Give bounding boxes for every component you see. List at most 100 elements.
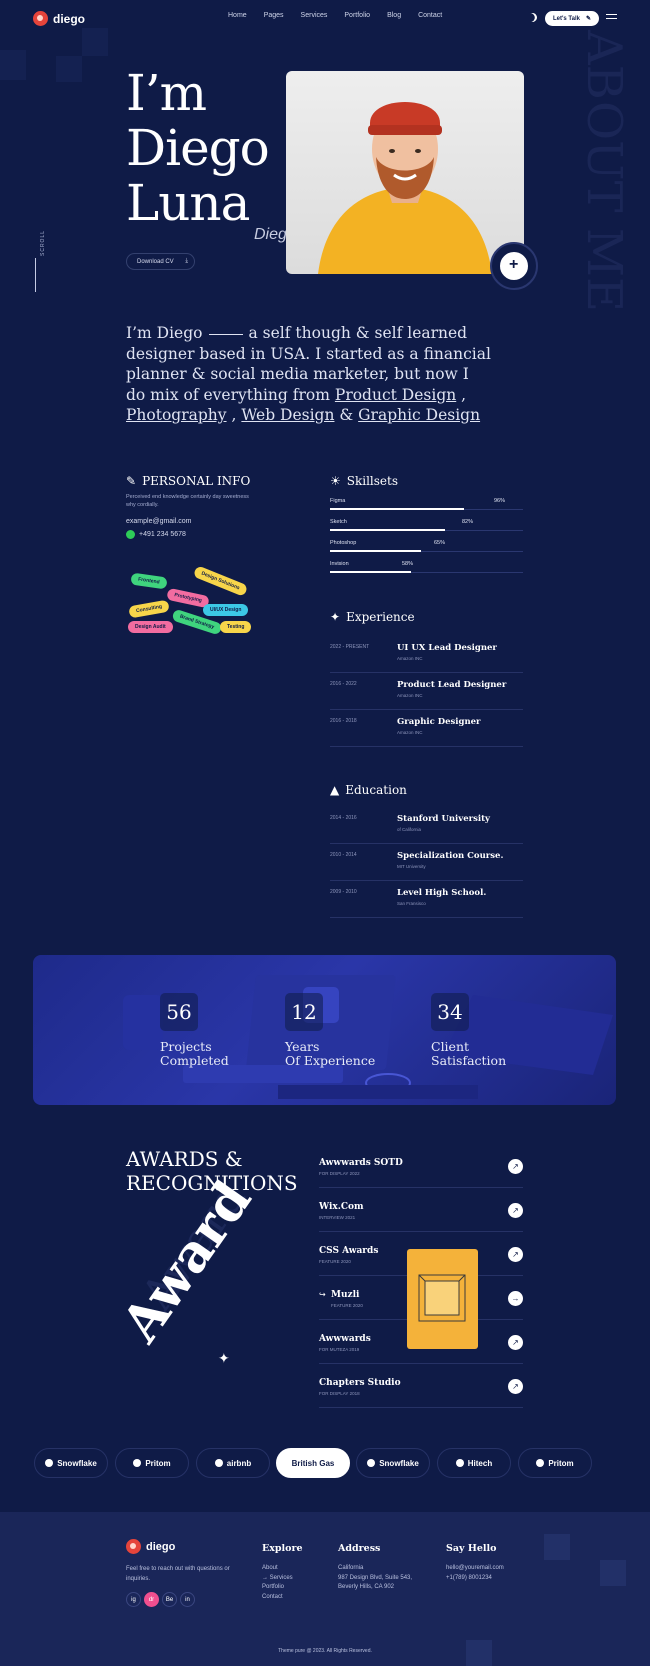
experience-item: 2016 - 2018 Graphic Designer Amazon INC <box>330 710 523 747</box>
arrow-up-right-icon[interactable]: ↗ <box>508 1335 523 1350</box>
phone[interactable]: +491 234 5678 <box>126 530 186 539</box>
education-date: 2010 - 2014 <box>330 852 357 858</box>
footer-link-contact[interactable]: Contact <box>262 1593 293 1603</box>
link-product-design[interactable]: Product Design <box>335 386 456 404</box>
intro-paragraph: I’m Diego a self though & self learned de… <box>126 323 492 426</box>
award-name: Wix.Com <box>319 1202 364 1212</box>
stat-label: Years Of Experience <box>285 1040 375 1068</box>
experience-title-text: Experience <box>346 610 415 624</box>
stat-label: Client Satisfaction <box>431 1040 506 1068</box>
dark-mode-icon[interactable] <box>526 11 538 23</box>
award-name: Awwwards <box>319 1334 371 1344</box>
skill-figma: Figma 96% <box>330 498 523 510</box>
arrow-up-right-icon[interactable]: ↗ <box>508 1159 523 1174</box>
pencil-icon: ✎ <box>126 474 137 488</box>
stat-label-line: Years <box>285 1039 320 1054</box>
experience-item: 2022 - PRESENT UI UX Lead Designer Amazo… <box>330 636 523 673</box>
footer-link-portfolio[interactable]: Portfolio <box>262 1583 293 1593</box>
award-name: Awwwards SOTD <box>319 1158 403 1168</box>
footer-phone[interactable]: +1(789) 8001234 <box>446 1574 504 1584</box>
arrow-right-icon[interactable]: → <box>508 1291 523 1306</box>
logo[interactable]: diego <box>33 11 85 26</box>
lets-talk-label: Let's Talk <box>552 15 580 22</box>
menu-item-blog[interactable]: Blog <box>387 12 401 19</box>
about-me-vertical-text: ABOUT ME <box>576 30 632 313</box>
menu-item-home[interactable]: Home <box>228 12 247 19</box>
link-graphic-design[interactable]: Graphic Design <box>358 406 480 424</box>
phone-text: +491 234 5678 <box>139 531 186 538</box>
skill-track <box>330 571 523 573</box>
intro-lead: I’m Diego <box>126 324 203 342</box>
airbnb-icon <box>214 1459 223 1467</box>
arrow-up-right-icon[interactable]: ↗ <box>508 1247 523 1262</box>
client-logo[interactable]: Snowflake <box>34 1448 108 1478</box>
client-name: British Gas <box>291 1458 335 1468</box>
arrow-up-right-icon[interactable]: ↗ <box>508 1379 523 1394</box>
stat-label-line: Satisfaction <box>431 1053 507 1068</box>
award-name: Muzli <box>331 1290 360 1300</box>
pencil-icon: ✎ <box>585 16 592 22</box>
say-hello-title: Say Hello <box>446 1543 497 1554</box>
footer-link-about[interactable]: About <box>262 1564 293 1574</box>
tag-pill: Prototyping <box>166 587 210 609</box>
bg-tile <box>600 1560 626 1586</box>
skill-sketch: Sketch 82% <box>330 519 523 531</box>
linkedin-icon[interactable]: in <box>180 1592 195 1607</box>
link-web-design[interactable]: Web Design <box>241 406 334 424</box>
badge-center-icon <box>498 250 530 282</box>
bg-tile <box>56 56 82 82</box>
client-logo-active[interactable]: British Gas <box>276 1448 350 1478</box>
link-photography[interactable]: Photography <box>126 406 227 424</box>
tag-pill: Consulting <box>128 599 170 619</box>
menu-item-portfolio[interactable]: Portfolio <box>344 12 370 19</box>
education-date: 2014 - 2016 <box>330 815 357 821</box>
client-logo[interactable]: Pritom <box>115 1448 189 1478</box>
behance-icon[interactable]: Be <box>162 1592 177 1607</box>
arrow-right-icon: → <box>262 1574 270 1581</box>
dribbble-icon[interactable]: dr <box>144 1592 159 1607</box>
client-logo[interactable]: Snowflake <box>356 1448 430 1478</box>
sparkle-icon: ✦ <box>218 1350 230 1366</box>
award-item[interactable]: Awwwards SOTD FOR DISPLAY 2022 ↗ <box>319 1144 523 1188</box>
experience-company: Amazon INC <box>397 693 423 698</box>
hero-name: I’m Diego Luna <box>126 66 286 231</box>
skill-track <box>330 508 523 510</box>
tag-pill: Design Audit <box>128 621 173 633</box>
client-logo[interactable]: Hitech <box>437 1448 511 1478</box>
instagram-icon[interactable]: ig <box>126 1592 141 1607</box>
experience-item: 2016 - 2022 Product Lead Designer Amazon… <box>330 673 523 710</box>
client-logo[interactable]: Pritom <box>518 1448 592 1478</box>
education-school: Level High School. <box>397 888 487 898</box>
explore-title: Explore <box>262 1543 303 1554</box>
award-name: Chapters Studio <box>319 1378 401 1388</box>
menu-item-contact[interactable]: Contact <box>418 12 442 19</box>
hitech-icon <box>455 1459 464 1467</box>
arrow-up-right-icon[interactable]: ↗ <box>508 1203 523 1218</box>
skill-name: Figma <box>330 498 346 504</box>
education-location: of California <box>397 827 422 832</box>
footer-logo[interactable]: diego <box>126 1539 175 1554</box>
menu-item-services[interactable]: Services <box>301 12 328 19</box>
lets-talk-button[interactable]: Let's Talk ✎ <box>545 11 599 26</box>
footer-email[interactable]: hello@youremail.com <box>446 1564 504 1574</box>
download-cv-label: Download CV <box>137 258 174 265</box>
hamburger-menu-icon[interactable] <box>606 14 617 22</box>
award-item[interactable]: Wix.Com INTERVIEW 2021 ↗ <box>319 1188 523 1232</box>
skillsets-title: ☀ Skillsets <box>330 474 398 488</box>
client-name: Snowflake <box>379 1458 419 1468</box>
portrait-illustration <box>318 102 492 274</box>
education-item: 2014 - 2016 Stanford University of Calif… <box>330 807 523 844</box>
email-text[interactable]: example@gmail.com <box>126 518 191 525</box>
footer-link-services[interactable]: → Services <box>262 1574 293 1584</box>
stat-label-line: Projects <box>160 1039 212 1054</box>
main-menu: Home Pages Services Portfolio Blog Conta… <box>228 12 442 19</box>
intro-separator: & <box>339 406 354 424</box>
arrow-right-icon: ↪ <box>319 1290 326 1299</box>
award-detail: INTERVIEW 2021 <box>319 1215 356 1220</box>
scroll-indicator[interactable]: SCROLL <box>40 230 46 256</box>
award-item[interactable]: Chapters Studio FOR DISPLAY 2018 ↗ <box>319 1364 523 1408</box>
client-logo[interactable]: airbnb <box>196 1448 270 1478</box>
menu-item-pages[interactable]: Pages <box>264 12 284 19</box>
stat-number: 34 <box>431 993 469 1031</box>
download-cv-button[interactable]: Download CV ⤓ <box>126 253 195 270</box>
